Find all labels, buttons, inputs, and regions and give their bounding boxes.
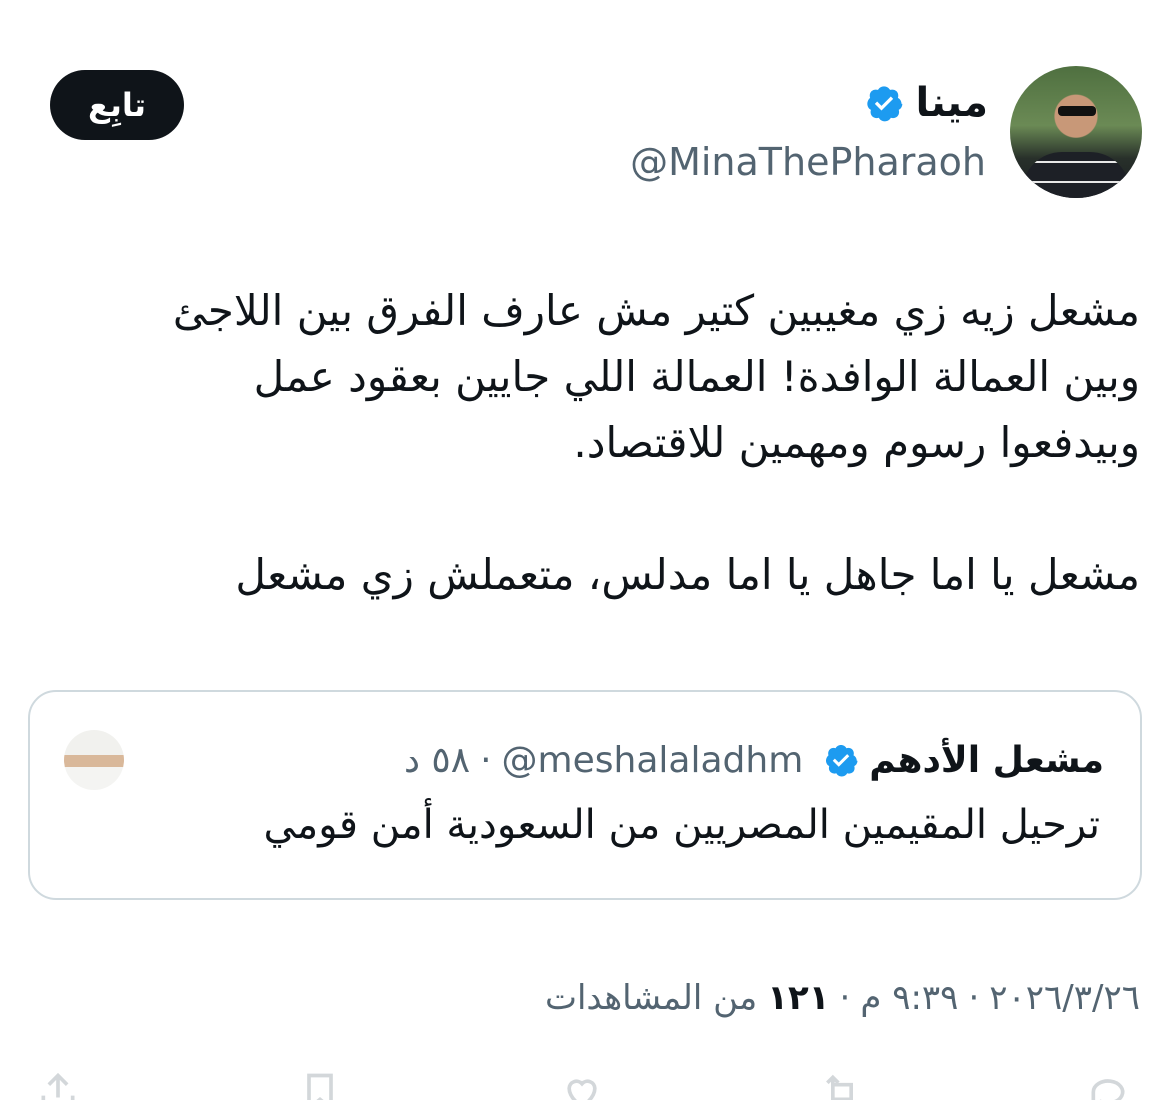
reply-icon[interactable] (1086, 1070, 1130, 1100)
views-label: من المشاهدات (544, 978, 758, 1018)
tweet-time[interactable]: ٩:٣٩ م (860, 978, 958, 1018)
tweet-date[interactable]: ٢٠٢٦/٣/٢٦ (989, 978, 1140, 1018)
quoted-tweet-header: مشعل الأدهم @meshalaladhm · ٥٨ د (404, 730, 1104, 790)
quoted-tweet-text: ترحيل المقيمين المصريين من السعودية أمن … (263, 802, 1100, 848)
quoted-author-avatar (64, 730, 124, 790)
author-display-name[interactable]: مينا (916, 80, 988, 126)
author-handle[interactable]: @MinaThePharaoh (630, 140, 986, 184)
quoted-timestamp: ٥٨ د (403, 739, 471, 781)
tweet-line: مشعل زيه زي مغيبين كتير مش عارف الفرق بي… (172, 286, 1140, 335)
bookmark-icon[interactable] (298, 1070, 342, 1100)
tweet-line: مشعل يا اما جاهل يا اما مدلس، متعملش زي … (235, 550, 1140, 599)
action-bar (0, 1070, 1170, 1100)
avatar-glasses (1058, 106, 1096, 116)
meta-separator: · (968, 978, 980, 1018)
author-name-row: مينا (864, 80, 988, 126)
quoted-author-handle: @meshalaladhm (501, 739, 804, 781)
share-icon[interactable] (36, 1070, 80, 1100)
views-count: ١٢١ (767, 978, 830, 1018)
follow-button[interactable]: تابِع (50, 70, 184, 140)
retweet-icon[interactable] (820, 1070, 864, 1100)
quoted-separator: · (480, 739, 492, 781)
meta-separator: · (839, 978, 851, 1018)
verified-badge-icon (866, 86, 902, 122)
author-avatar[interactable] (1010, 66, 1142, 198)
avatar-shirt (1022, 152, 1130, 198)
quoted-author-name: مشعل الأدهم (869, 739, 1104, 781)
tweet-line: وبين العمالة الوافدة! العمالة اللي جايين… (253, 352, 1140, 401)
tweet-body: مشعل زيه زي مغيبين كتير مش عارف الفرق بي… (60, 278, 1140, 608)
tweet-line: وبيدفعوا رسوم ومهمين للاقتصاد. (573, 418, 1140, 467)
tweet-meta: ٢٠٢٦/٣/٢٦ · ٩:٣٩ م · ١٢١ من المشاهدات (545, 978, 1140, 1018)
tweet-header: مينا @MinaThePharaoh تابِع (50, 66, 1142, 202)
verified-badge-icon (826, 745, 858, 777)
like-icon[interactable] (560, 1070, 604, 1100)
quoted-tweet-card[interactable]: مشعل الأدهم @meshalaladhm · ٥٨ د ترحيل ا… (28, 690, 1142, 900)
